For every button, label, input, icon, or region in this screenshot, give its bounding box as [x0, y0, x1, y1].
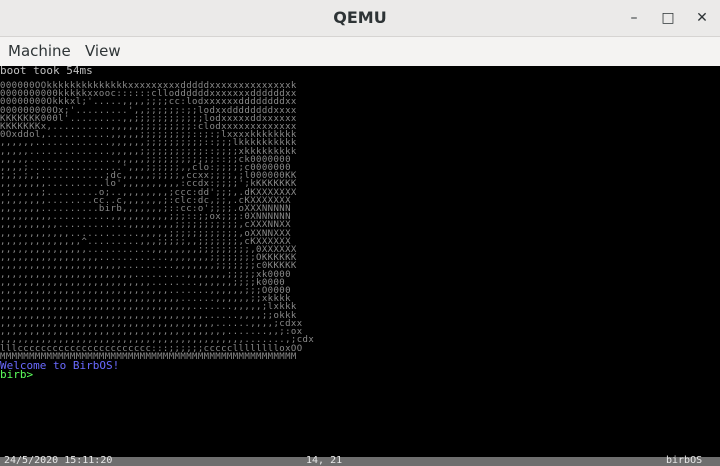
vm-screen[interactable]: boot took 54ms 000000OOkkkkkkkkkkkkkkxxx…: [0, 66, 720, 457]
menu-bar: Machine View: [0, 37, 720, 66]
maximize-icon[interactable]: □: [658, 8, 678, 28]
minimize-icon[interactable]: –: [624, 8, 644, 28]
menu-view[interactable]: View: [85, 42, 121, 60]
boot-message: boot took 54ms: [0, 66, 93, 77]
window-title: QEMU: [333, 8, 387, 27]
menu-machine[interactable]: Machine: [8, 42, 71, 60]
close-icon[interactable]: ✕: [692, 8, 712, 28]
ascii-art-image: 000000OOkkkkkkkkkkkkkkxxxxxxxxxdddddxxxx…: [0, 81, 315, 362]
status-datetime: 24/5/2020 15:11:20: [4, 455, 113, 466]
status-os-name: birbOS: [666, 455, 703, 466]
shell-prompt[interactable]: birb>: [0, 369, 33, 380]
status-cursor-position: 14, 21: [306, 455, 343, 466]
status-bar: 24/5/2020 15:11:20 14, 21 birbOS: [0, 455, 720, 466]
title-bar: QEMU – □ ✕: [0, 0, 720, 37]
